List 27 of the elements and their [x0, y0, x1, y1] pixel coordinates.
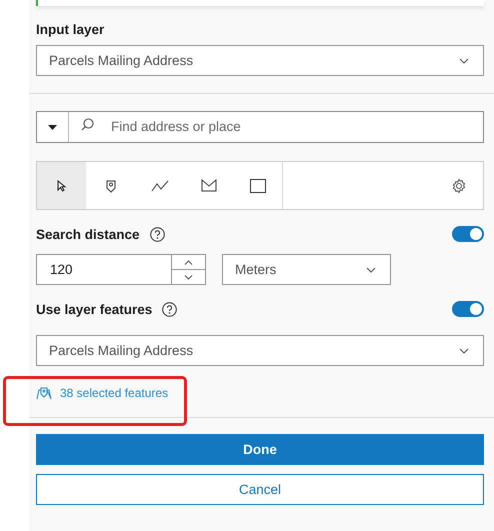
chevron-down-icon [184, 274, 193, 280]
polyline-icon [150, 180, 168, 192]
caret-icon [48, 124, 57, 130]
cursor-icon [56, 180, 66, 192]
done-button[interactable]: Done [36, 434, 484, 465]
help-icon[interactable] [150, 226, 165, 242]
layer-dropdown[interactable]: Parcels Mailing Address [36, 45, 484, 76]
field-label: Search distance [36, 226, 140, 242]
field-label: Input layer [36, 22, 106, 37]
chevron-down-icon [366, 266, 376, 272]
help-icon[interactable] [162, 302, 178, 316]
layer-dropdown[interactable]: Parcels Mailing Address [36, 335, 484, 366]
chevron-up-icon [184, 260, 193, 264]
distance-field[interactable]: 120 [36, 254, 172, 285]
map-pin-icon [36, 386, 52, 400]
chevron-down-icon [459, 348, 469, 354]
pin-icon [106, 178, 116, 192]
cancel-button[interactable]: Cancel [36, 474, 484, 505]
search-icon [81, 118, 94, 131]
field-label: Use layer features [36, 302, 152, 316]
rectangle-icon [250, 178, 266, 192]
toggle-switch[interactable] [452, 301, 484, 317]
unit-dropdown[interactable]: Meters [222, 254, 391, 285]
toggle-switch[interactable] [452, 226, 484, 242]
chevron-down-icon [459, 58, 469, 64]
settings-icon [451, 178, 467, 194]
polygon-icon [200, 179, 216, 192]
